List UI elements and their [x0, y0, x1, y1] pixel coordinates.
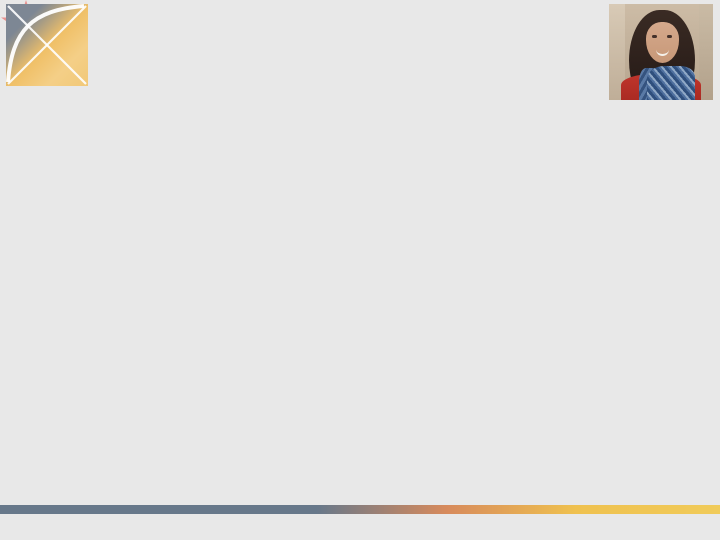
photo-eye-left [652, 35, 657, 38]
photo-scarf [647, 66, 695, 100]
footer-gradient-bar [0, 505, 720, 514]
photo-wall-right [699, 4, 713, 100]
photo-eye-right [667, 35, 672, 38]
logo-x-glyph [6, 4, 87, 85]
organization-logo [6, 4, 88, 86]
patient-photo [609, 4, 713, 100]
footer-strip [0, 514, 720, 540]
